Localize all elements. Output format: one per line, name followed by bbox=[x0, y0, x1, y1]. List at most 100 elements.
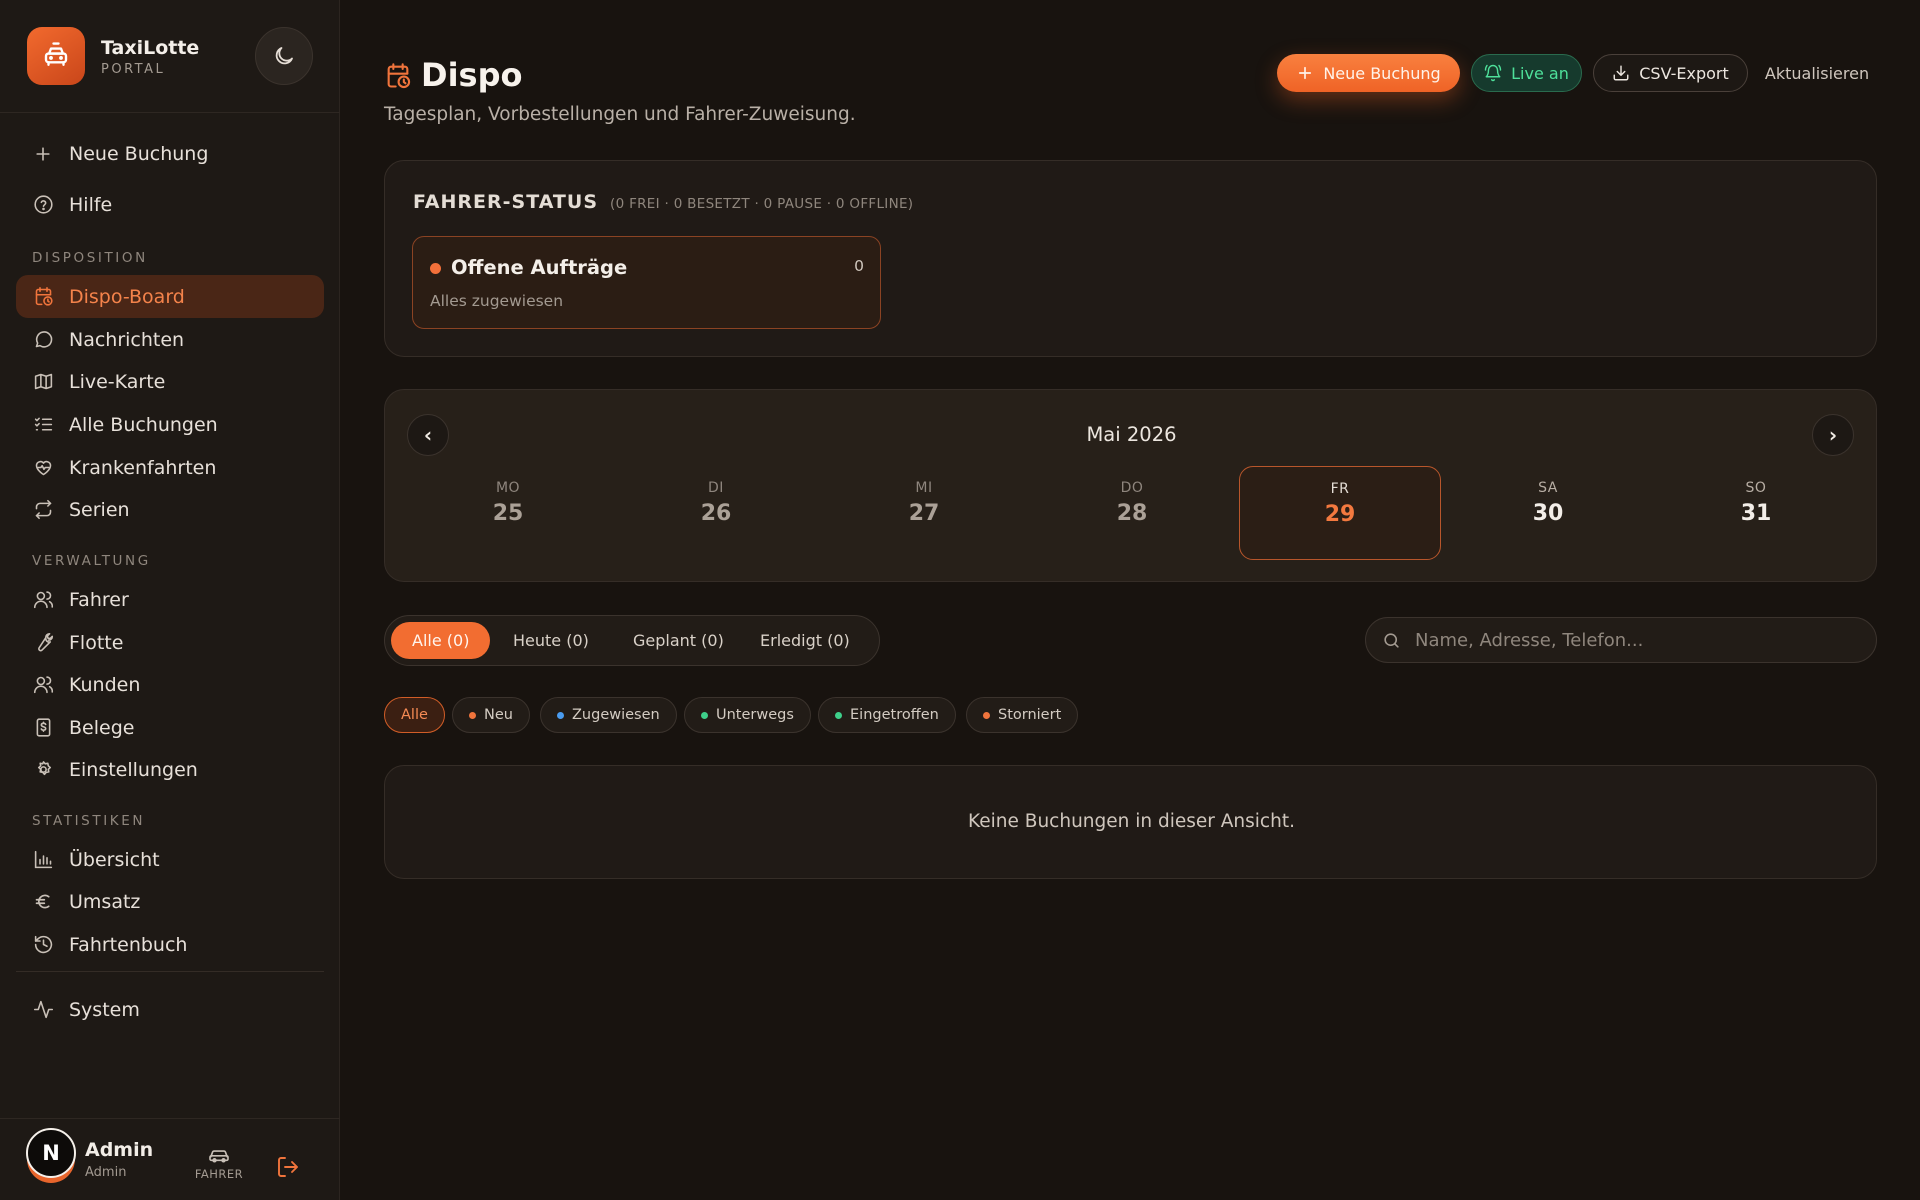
status-chip-eingetroffen[interactable]: Eingetroffen bbox=[818, 697, 956, 733]
week-calendar: ‹ Mai 2026 › MO 25 DI 26 MI 27 DO 28 FR … bbox=[384, 389, 1877, 582]
sidebar-item-live-karte[interactable]: Live-Karte bbox=[16, 360, 324, 403]
sidebar-item-belege[interactable]: Belege bbox=[16, 706, 324, 749]
chip-label: Unterwegs bbox=[716, 707, 794, 723]
section-label-verwaltung: VERWALTUNG bbox=[32, 553, 151, 569]
sidebar-item-hilfe[interactable]: Hilfe bbox=[16, 183, 324, 226]
live-toggle-button[interactable]: Live an bbox=[1471, 54, 1582, 92]
calendar-day[interactable]: SO 31 bbox=[1655, 466, 1857, 560]
calendar-clock-icon bbox=[384, 62, 412, 90]
sidebar-item-dispo-board[interactable]: Dispo-Board bbox=[16, 275, 324, 318]
sidebar-item-fahrtenbuch[interactable]: Fahrtenbuch bbox=[16, 923, 324, 966]
avatar[interactable]: N bbox=[26, 1128, 76, 1178]
day-name: MO bbox=[495, 480, 521, 496]
sidebar-item-serien[interactable]: Serien bbox=[16, 488, 324, 531]
calendar-day[interactable]: DO 28 bbox=[1031, 466, 1233, 560]
tab-heute[interactable]: Heute (0) bbox=[492, 622, 610, 659]
status-dot bbox=[430, 263, 441, 274]
open-orders-box[interactable]: Offene Aufträge 0 Alles zugewiesen bbox=[412, 236, 881, 329]
status-dot bbox=[557, 711, 564, 719]
user-role: Admin bbox=[85, 1165, 127, 1180]
sidebar-item-system[interactable]: System bbox=[16, 988, 324, 1031]
sidebar-item-label: Neue Buchung bbox=[69, 142, 209, 165]
page-title: Dispo bbox=[421, 56, 523, 94]
repeat-icon bbox=[32, 499, 54, 521]
sidebar-item-label: Fahrtenbuch bbox=[69, 933, 188, 956]
live-label: Live an bbox=[1511, 63, 1569, 83]
sidebar-item-fahrer[interactable]: Fahrer bbox=[16, 578, 324, 621]
refresh-button[interactable]: Aktualisieren bbox=[1758, 54, 1876, 92]
status-chip-storniert[interactable]: Storniert bbox=[966, 697, 1079, 733]
status-dot bbox=[983, 711, 990, 719]
search-icon bbox=[1384, 632, 1399, 648]
sidebar-item-neue-buchung[interactable]: Neue Buchung bbox=[16, 132, 324, 175]
calendar-day[interactable]: DI 26 bbox=[615, 466, 817, 560]
heart-pulse-icon bbox=[32, 457, 54, 479]
sidebar-item-label: Umsatz bbox=[69, 890, 141, 913]
chip-label: Storniert bbox=[998, 707, 1062, 723]
status-chip-alle[interactable]: Alle bbox=[384, 697, 445, 733]
open-orders-subtitle: Alles zugewiesen bbox=[430, 292, 564, 310]
driver-status-card: FAHRER-STATUS (0 FREI · 0 BESETZT · 0 PA… bbox=[384, 160, 1877, 357]
sidebar-divider bbox=[16, 971, 324, 972]
day-number: 27 bbox=[908, 501, 940, 526]
status-dot bbox=[469, 711, 476, 719]
day-number: 25 bbox=[492, 501, 524, 526]
brand-subtitle: PORTAL bbox=[101, 62, 166, 77]
sidebar-item-flotte[interactable]: Flotte bbox=[16, 621, 324, 664]
chip-label: Neu bbox=[484, 707, 513, 723]
next-week-button[interactable]: › bbox=[1812, 414, 1854, 456]
search-box bbox=[1365, 617, 1877, 663]
calendar-day[interactable]: MO 25 bbox=[407, 466, 609, 560]
download-icon bbox=[1613, 65, 1629, 81]
wrench-icon bbox=[32, 632, 54, 654]
plus-icon bbox=[32, 143, 54, 165]
sidebar-item-nachrichten[interactable]: Nachrichten bbox=[16, 318, 324, 361]
calendar-day[interactable]: FR 29 bbox=[1239, 466, 1441, 560]
settings-icon bbox=[32, 759, 54, 781]
car-icon bbox=[209, 1150, 229, 1163]
calendar-day[interactable]: MI 27 bbox=[823, 466, 1025, 560]
moon-icon bbox=[275, 47, 293, 65]
users-icon bbox=[32, 674, 54, 696]
list-checks-icon bbox=[32, 414, 54, 436]
new-booking-button[interactable]: Neue Buchung bbox=[1277, 54, 1460, 92]
day-number: 26 bbox=[700, 501, 732, 526]
csv-export-button[interactable]: CSV-Export bbox=[1593, 54, 1748, 92]
activity-icon bbox=[32, 999, 54, 1021]
sidebar-item-alle-buchungen[interactable]: Alle Buchungen bbox=[16, 403, 324, 446]
status-chip-unterwegs[interactable]: Unterwegs bbox=[684, 697, 811, 733]
sidebar-item-label: Flotte bbox=[69, 631, 124, 654]
history-icon bbox=[32, 934, 54, 956]
receipt-icon bbox=[32, 717, 54, 739]
user-name: Admin bbox=[85, 1139, 154, 1161]
sidebar-item-label: Dispo-Board bbox=[69, 285, 185, 308]
day-name: FR bbox=[1330, 481, 1350, 497]
day-name: DI bbox=[708, 480, 724, 496]
status-chip-neu[interactable]: Neu bbox=[452, 697, 530, 733]
sidebar-item-umsatz[interactable]: Umsatz bbox=[16, 880, 324, 923]
sidebar-item-krankenfahrten[interactable]: Krankenfahrten bbox=[16, 446, 324, 489]
calendar-day[interactable]: SA 30 bbox=[1447, 466, 1649, 560]
logout-button[interactable] bbox=[276, 1155, 302, 1181]
section-label-statistiken: STATISTIKEN bbox=[32, 813, 146, 829]
day-number: 30 bbox=[1532, 501, 1564, 526]
status-dot bbox=[835, 711, 842, 719]
driver-mode-button[interactable]: FAHRER bbox=[186, 1145, 252, 1187]
day-name: DO bbox=[1120, 480, 1144, 496]
sidebar-item-kunden[interactable]: Kunden bbox=[16, 663, 324, 706]
plus-icon bbox=[1299, 66, 1312, 80]
calendar-clock-icon bbox=[32, 286, 54, 308]
status-chip-zugewiesen[interactable]: Zugewiesen bbox=[540, 697, 677, 733]
euro-icon bbox=[32, 891, 54, 913]
sidebar-item-uebersicht[interactable]: Übersicht bbox=[16, 838, 324, 881]
sidebar-item-label: Nachrichten bbox=[69, 328, 185, 351]
sidebar-item-einstellungen[interactable]: Einstellungen bbox=[16, 748, 324, 791]
bell-ring-icon bbox=[1484, 64, 1502, 82]
search-input[interactable] bbox=[1415, 629, 1855, 651]
day-number: 28 bbox=[1116, 501, 1148, 526]
sidebar-item-label: Alle Buchungen bbox=[69, 413, 218, 436]
tab-geplant[interactable]: Geplant (0) bbox=[612, 622, 745, 659]
tab-alle[interactable]: Alle (0) bbox=[391, 622, 491, 659]
theme-toggle-button[interactable] bbox=[255, 27, 313, 85]
tab-erledigt[interactable]: Erledigt (0) bbox=[739, 622, 871, 659]
